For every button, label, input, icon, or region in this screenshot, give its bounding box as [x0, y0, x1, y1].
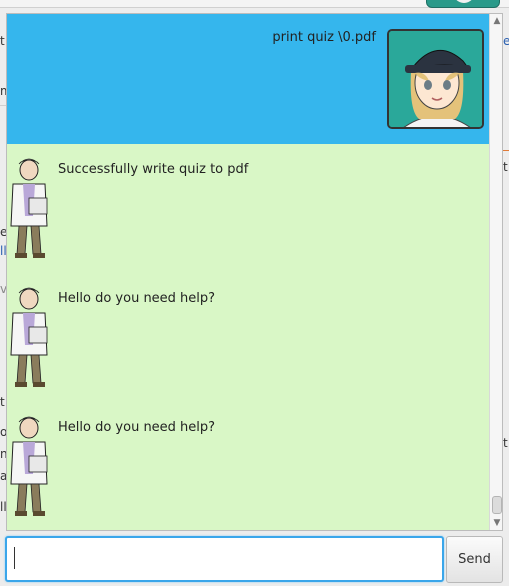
- input-bar: Send: [0, 531, 509, 586]
- user-message: print quiz \0.pdf: [7, 14, 489, 144]
- chat-scrollbar[interactable]: ▲ ▼: [489, 14, 502, 530]
- scroll-down-arrow-icon[interactable]: ▼: [490, 516, 502, 530]
- bot-message-text: Hello do you need help?: [58, 420, 216, 435]
- bot-message-text: Hello do you need help?: [58, 291, 216, 306]
- professor-avatar: [7, 414, 51, 518]
- text-caret: [14, 547, 15, 569]
- background-avatar: [426, 0, 500, 8]
- bot-message-text: Successfully write quiz to pdf: [58, 162, 249, 177]
- background-divider: [503, 150, 509, 151]
- app-window: t m e ll v t o n a) ll e t t print quiz …: [0, 0, 509, 586]
- background-text-fragment: t: [0, 395, 5, 409]
- bot-message: Hello do you need help?: [7, 402, 489, 530]
- professor-avatar: [7, 285, 51, 389]
- bot-message: Successfully write quiz to pdf: [7, 144, 489, 273]
- bot-message: Hello do you need help?: [7, 273, 489, 402]
- background-text-fragment: e: [503, 34, 509, 48]
- professor-avatar: [7, 156, 51, 260]
- user-message-text: print quiz \0.pdf: [272, 30, 376, 45]
- chat-dialog: print quiz \0.pdf Successfully write qui…: [6, 13, 503, 531]
- background-text-fragment: t: [503, 436, 508, 450]
- background-text-fragment: t: [503, 160, 508, 174]
- message-input[interactable]: [5, 536, 444, 582]
- user-avatar: [387, 29, 484, 129]
- send-button[interactable]: Send: [446, 536, 503, 583]
- scroll-up-arrow-icon[interactable]: ▲: [490, 14, 502, 28]
- background-text-fragment: t: [0, 34, 5, 48]
- scroll-thumb[interactable]: [492, 496, 502, 514]
